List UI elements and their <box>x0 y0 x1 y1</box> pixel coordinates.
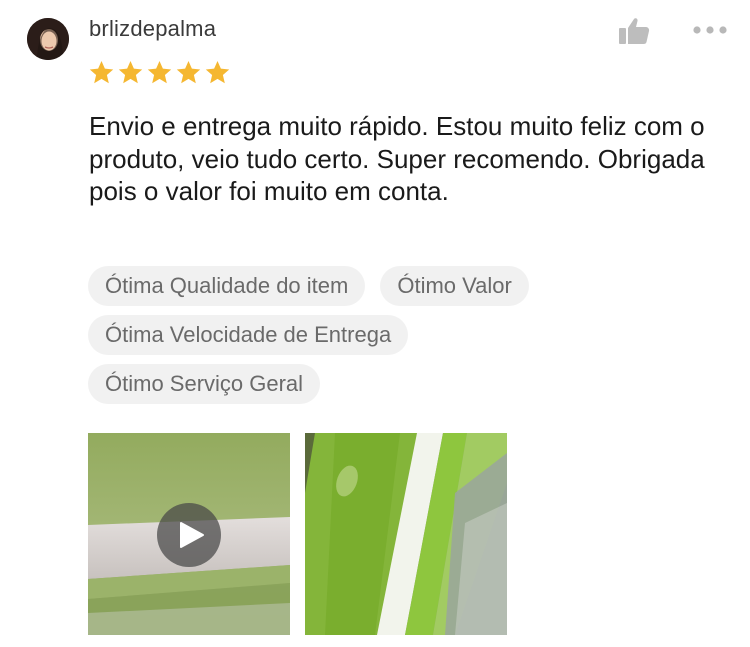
play-button[interactable] <box>157 503 221 567</box>
tag-value: Ótimo Valor <box>380 266 529 306</box>
tag-delivery-speed: Ótima Velocidade de Entrega <box>88 315 409 355</box>
username[interactable]: brlizdepalma <box>89 16 216 42</box>
thumbs-up-icon <box>619 18 650 44</box>
photo-thumbnail[interactable] <box>305 433 507 635</box>
star-icon <box>176 61 201 84</box>
review-card: brlizdepalma Envio e entrega muito rápid… <box>0 0 750 647</box>
star-icon <box>118 61 143 84</box>
star-icon <box>205 61 230 84</box>
more-options-button[interactable] <box>692 20 728 40</box>
like-button[interactable] <box>617 16 651 46</box>
review-text: Envio e entrega muito rápido. Estou muit… <box>89 111 705 206</box>
star-rating <box>88 59 231 86</box>
star-icon <box>89 61 114 84</box>
avatar[interactable] <box>27 18 69 60</box>
tag-overall-service: Ótimo Serviço Geral <box>88 364 321 404</box>
video-thumbnail[interactable] <box>88 433 290 635</box>
play-icon <box>179 522 204 548</box>
review-tags: Ótima Qualidade do item Ótimo Valor Ótim… <box>88 266 648 404</box>
more-dots-icon <box>693 26 727 34</box>
star-icon <box>147 61 172 84</box>
tag-quality: Ótima Qualidade do item <box>88 266 366 306</box>
